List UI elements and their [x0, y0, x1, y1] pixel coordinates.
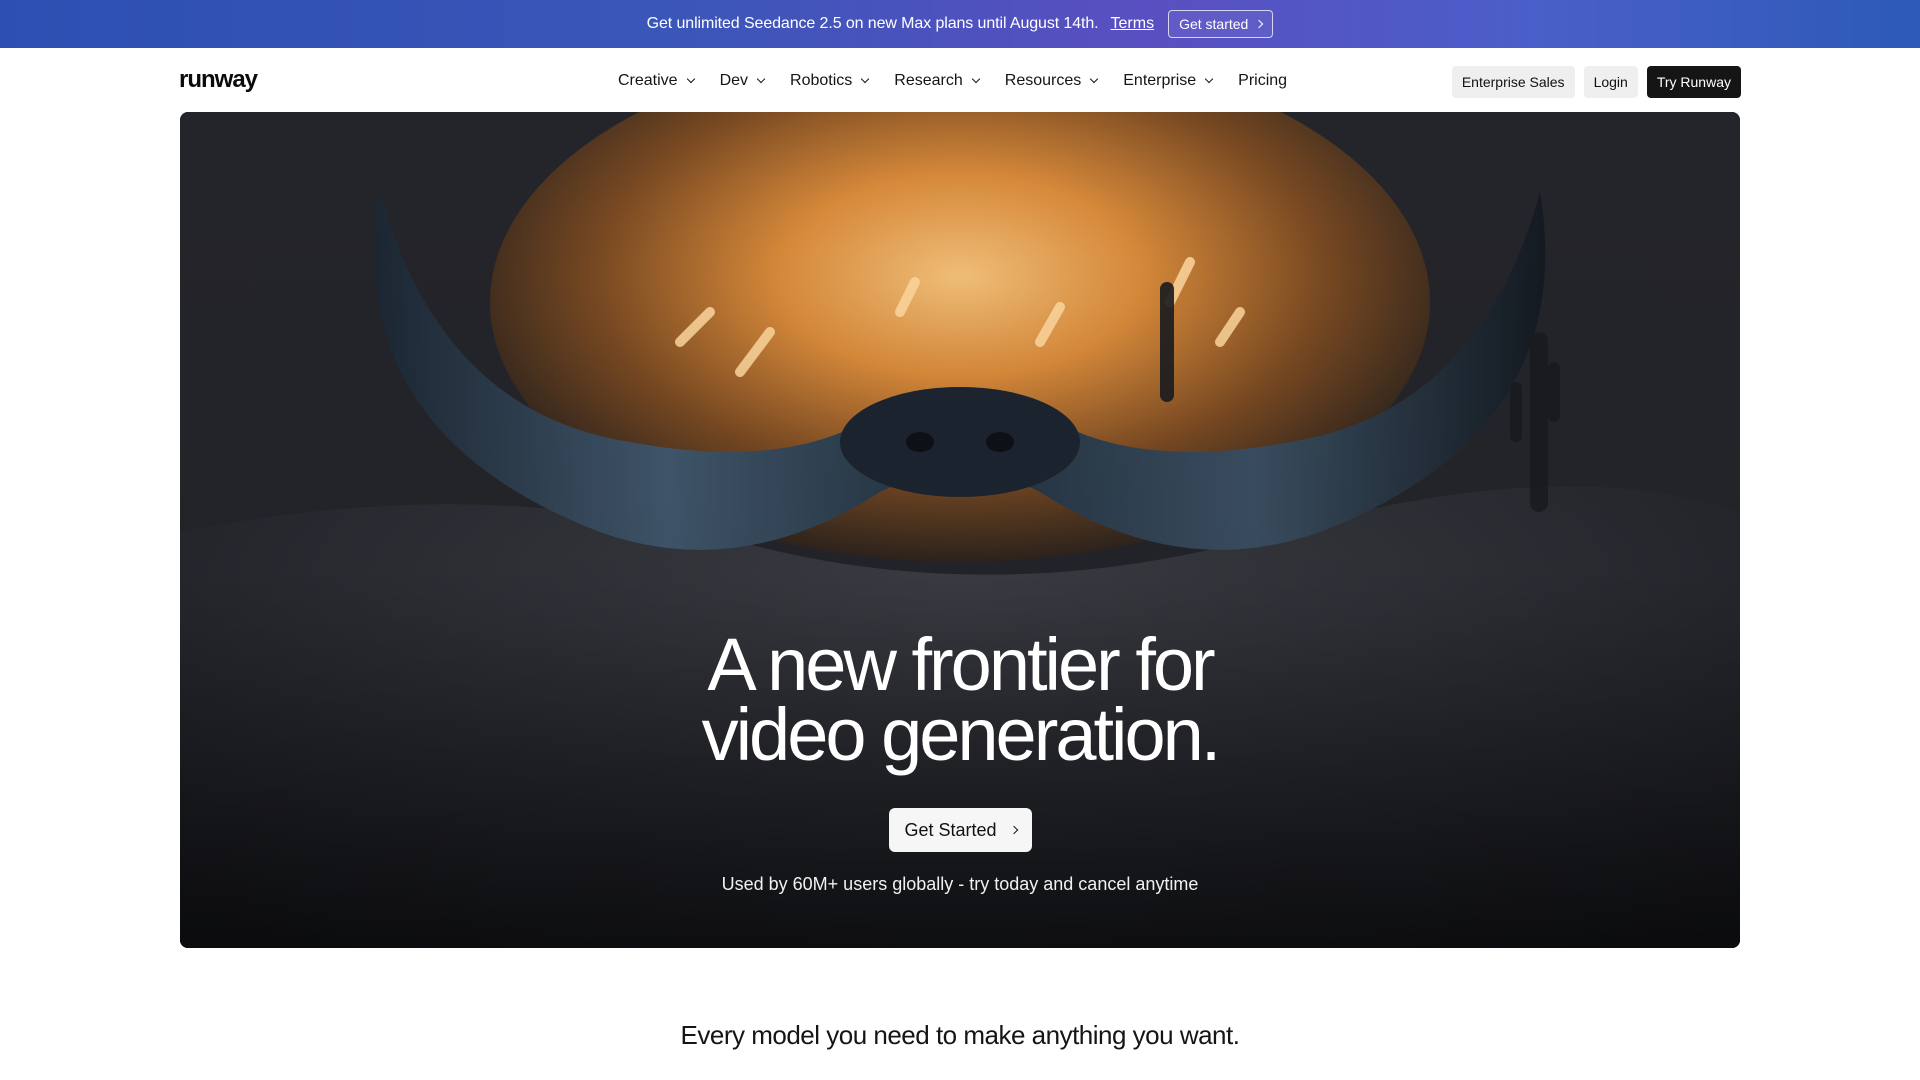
- chevron-down-icon: [1204, 74, 1214, 84]
- hero-get-started-label: Get Started: [904, 819, 997, 840]
- nav-item-label: Pricing: [1238, 72, 1288, 89]
- nav-item-label: Resources: [1004, 72, 1082, 89]
- nav-item-label: Creative: [618, 72, 678, 89]
- enterprise-sales-button[interactable]: Enterprise Sales: [1451, 66, 1575, 98]
- models-section-title: Every model you need to make anything yo…: [680, 1020, 1240, 1050]
- try-runway-button[interactable]: Try Runway: [1646, 66, 1741, 98]
- chevron-down-icon: [756, 74, 766, 84]
- nav-item-label: Research: [894, 72, 963, 89]
- chevron-down-icon: [971, 74, 981, 84]
- chevron-down-icon: [1090, 74, 1099, 84]
- chevron-right-icon: [1255, 19, 1264, 29]
- hero-title-line-2: video generation.: [701, 693, 1222, 776]
- nav-item-label: Enterprise: [1123, 72, 1197, 89]
- hero-subtitle: Used by 60M+ users globally - try today …: [721, 874, 1199, 894]
- terms-link[interactable]: Terms: [1111, 15, 1155, 33]
- nav-item-robotics[interactable]: Robotics: [790, 70, 870, 92]
- announcement-get-started-button[interactable]: Get started: [1168, 10, 1274, 38]
- hero-title-line-1: A new frontier for: [707, 623, 1215, 706]
- login-button[interactable]: Login: [1583, 66, 1638, 98]
- nav-actions: Enterprise Sales Login Try Runway: [1451, 66, 1741, 98]
- nav-item-research[interactable]: Research: [894, 70, 981, 92]
- hero-get-started-button[interactable]: Get Started: [889, 808, 1032, 852]
- nav-item-label: Dev: [719, 72, 749, 89]
- nav-menu: Creative Dev Robotics Research Resources…: [618, 70, 1287, 92]
- chevron-down-icon: [686, 74, 695, 84]
- nav-item-label: Robotics: [790, 72, 853, 89]
- runway-logo[interactable]: runway: [179, 66, 258, 94]
- nav-item-creative[interactable]: Creative: [618, 70, 695, 92]
- chevron-down-icon: [861, 74, 870, 84]
- announcement-text: Get unlimited Seedance 2.5 on new Max pl…: [646, 15, 1099, 32]
- main-nav: runway Creative Dev Robotics Research Re…: [0, 48, 1920, 112]
- hero-section: A new frontier for video generation. Get…: [180, 112, 1740, 948]
- announcement-get-started-label: Get started: [1179, 16, 1249, 32]
- nav-item-resources[interactable]: Resources: [1004, 70, 1099, 92]
- nav-item-dev[interactable]: Dev: [719, 70, 766, 92]
- nav-item-pricing[interactable]: Pricing: [1238, 70, 1287, 92]
- announcement-bar: Get unlimited Seedance 2.5 on new Max pl…: [0, 0, 1920, 48]
- nav-item-enterprise[interactable]: Enterprise: [1123, 70, 1214, 92]
- chevron-right-icon: [1009, 825, 1018, 835]
- hero-title: A new frontier for video generation.: [180, 623, 1740, 776]
